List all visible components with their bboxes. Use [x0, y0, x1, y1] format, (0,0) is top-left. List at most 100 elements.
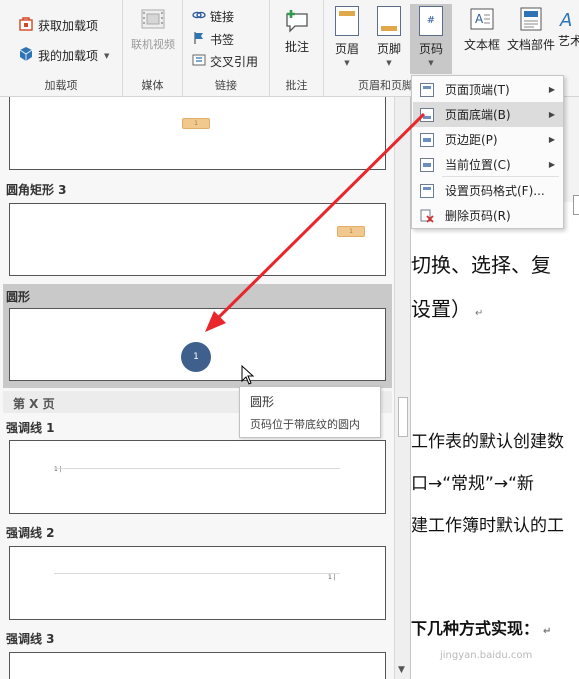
wordart-button[interactable]: A 艺术 [558, 6, 579, 49]
accent-line [54, 468, 340, 469]
gallery-option-circle[interactable]: 圆形 1 [3, 284, 392, 388]
addins-group: 获取加载项 我的加载项 ▼ 加载项 [0, 0, 123, 97]
gallery-scrollbar[interactable]: ▼ [394, 97, 410, 679]
gallery-preview-accent3[interactable] [9, 652, 386, 679]
page-number-chip: 1 [182, 118, 210, 129]
gallery-title-accent2: 强调线 2 [6, 526, 55, 540]
doc-text-line-5: 建工作簿时默认的工 [411, 516, 564, 536]
gallery-preview-accent2[interactable]: 1 | [9, 546, 386, 620]
ruler-marker [573, 195, 579, 215]
scroll-down-icon[interactable]: ▼ [398, 665, 405, 675]
chevron-down-icon: ▼ [104, 51, 110, 60]
chevron-down-icon: ▼ [386, 59, 392, 67]
gallery-title-accent3: 强调线 3 [6, 632, 55, 646]
cross-reference-button[interactable]: 交叉引用 [192, 53, 258, 70]
document-parts-icon [518, 6, 544, 32]
doc-text-line-2: 设置） ↵ [411, 293, 483, 322]
menu-item-label: 设置页码格式(F)... [445, 184, 545, 198]
textbox-icon: A [469, 6, 495, 32]
menu-item-format-page-numbers[interactable]: 设置页码格式(F)... [413, 178, 563, 203]
footer-icon [377, 6, 401, 36]
link-label: 链接 [210, 10, 235, 24]
chevron-down-icon: ▼ [428, 59, 434, 67]
doc-text-line-6: 下几种方式实现： ↵ [411, 615, 551, 639]
current-position-icon [420, 157, 434, 172]
page-margin-icon [420, 132, 434, 147]
header-button[interactable]: 页眉 ▼ [326, 6, 368, 67]
chevron-right-icon: ▶ [548, 160, 555, 169]
menu-item-label: 页边距(P) [445, 133, 498, 147]
cross-reference-icon [192, 53, 206, 70]
tooltip-title: 圆形 [250, 395, 275, 409]
accent-line [54, 573, 340, 574]
accent-page-number: 1 | [328, 574, 336, 581]
gallery-preview-plain[interactable]: 1 [9, 97, 386, 170]
bookmark-icon [192, 31, 206, 48]
my-addins-label: 我的加载项 [38, 49, 99, 63]
page-number-label: 页码 [418, 42, 443, 56]
menu-item-remove-page-numbers[interactable]: 删除页码(R) [413, 203, 563, 228]
chevron-right-icon: ▶ [548, 85, 555, 94]
paragraph-mark: ↵ [475, 308, 484, 319]
get-addins-button[interactable]: 获取加载项 [18, 16, 98, 35]
bookmark-button[interactable]: 书签 [192, 31, 234, 48]
my-addins-button[interactable]: 我的加载项 ▼ [18, 46, 109, 65]
page-number-menu: 页面顶端(T) ▶ 页面底端(B) ▶ 页边距(P) ▶ 当前位置(C) ▶ 设… [411, 75, 564, 229]
menu-item-page-bottom[interactable]: 页面底端(B) ▶ [413, 102, 563, 127]
circle-page-number: 1 [181, 342, 211, 372]
film-icon [140, 6, 166, 32]
wordart-icon: A [558, 6, 579, 32]
comment-label: 批注 [284, 40, 309, 54]
addins-group-label: 加载项 [44, 79, 78, 92]
bookmark-label: 书签 [210, 33, 235, 47]
gallery-tooltip: 圆形 页码位于带底纹的圆内 [239, 386, 381, 438]
comments-group: 批注 批注 [270, 0, 324, 97]
media-group: 联机视频 媒体 [123, 0, 183, 97]
comments-group-label: 批注 [285, 79, 308, 92]
chevron-right-icon: ▶ [548, 135, 555, 144]
footer-label: 页脚 [376, 42, 401, 56]
online-video-button[interactable]: 联机视频 [130, 6, 176, 52]
menu-item-page-margin[interactable]: 页边距(P) ▶ [413, 127, 563, 152]
doc-text-line-1: 切换、选择、复 [411, 253, 551, 277]
header-label: 页眉 [334, 42, 359, 56]
cross-reference-label: 交叉引用 [210, 55, 259, 69]
menu-item-label: 删除页码(R) [445, 209, 511, 223]
menu-separator [442, 176, 559, 177]
page-number-button[interactable]: # 页码 ▼ [410, 4, 452, 74]
scrollbar-thumb[interactable] [398, 397, 408, 437]
new-comment-icon [283, 6, 311, 34]
document-parts-label: 文档部件 [506, 38, 555, 52]
gallery-preview-circle: 1 [9, 308, 386, 381]
textbox-button[interactable]: A 文本框 [460, 6, 504, 53]
link-button[interactable]: 链接 [192, 8, 234, 25]
document-parts-button[interactable]: 文档部件 [506, 6, 556, 53]
wordart-label: 艺术 [558, 34, 579, 48]
tooltip-description: 页码位于带底纹的圆内 [250, 418, 360, 431]
menu-item-label: 当前位置(C) [445, 158, 511, 172]
footer-button[interactable]: 页脚 ▼ [368, 6, 410, 67]
menu-item-label: 页面底端(B) [445, 108, 511, 122]
page-bottom-icon [420, 107, 434, 122]
mouse-pointer-icon [241, 364, 255, 388]
gallery-preview-rounded-rect[interactable]: 1 [9, 203, 386, 276]
chevron-down-icon: ▼ [344, 59, 350, 67]
watermark-text: jingyan.baidu.com [440, 650, 533, 661]
comment-button[interactable]: 批注 [276, 6, 318, 55]
ruler-corner [562, 97, 579, 202]
gallery-title-circle: 圆形 [6, 290, 31, 304]
menu-item-current-position[interactable]: 当前位置(C) ▶ [413, 152, 563, 177]
header-icon [335, 6, 359, 36]
svg-text:A: A [559, 10, 572, 31]
gallery-title-rounded-rect: 圆角矩形 3 [6, 183, 67, 197]
doc-text-line-4: 口→“常规”→“新 [411, 474, 534, 494]
svg-text:A: A [475, 12, 484, 26]
page-top-icon [420, 82, 434, 97]
gallery-title-accent1: 强调线 1 [6, 421, 55, 435]
menu-item-page-top[interactable]: 页面顶端(T) ▶ [413, 77, 563, 102]
links-group: 链接 书签 交叉引用 链接 [183, 0, 270, 97]
remove-page-number-icon [420, 209, 434, 223]
doc-text-line-2-text: 设置） [411, 297, 471, 321]
gallery-preview-accent1[interactable]: 1 | [9, 440, 386, 514]
page-number-icon: # [419, 6, 443, 36]
